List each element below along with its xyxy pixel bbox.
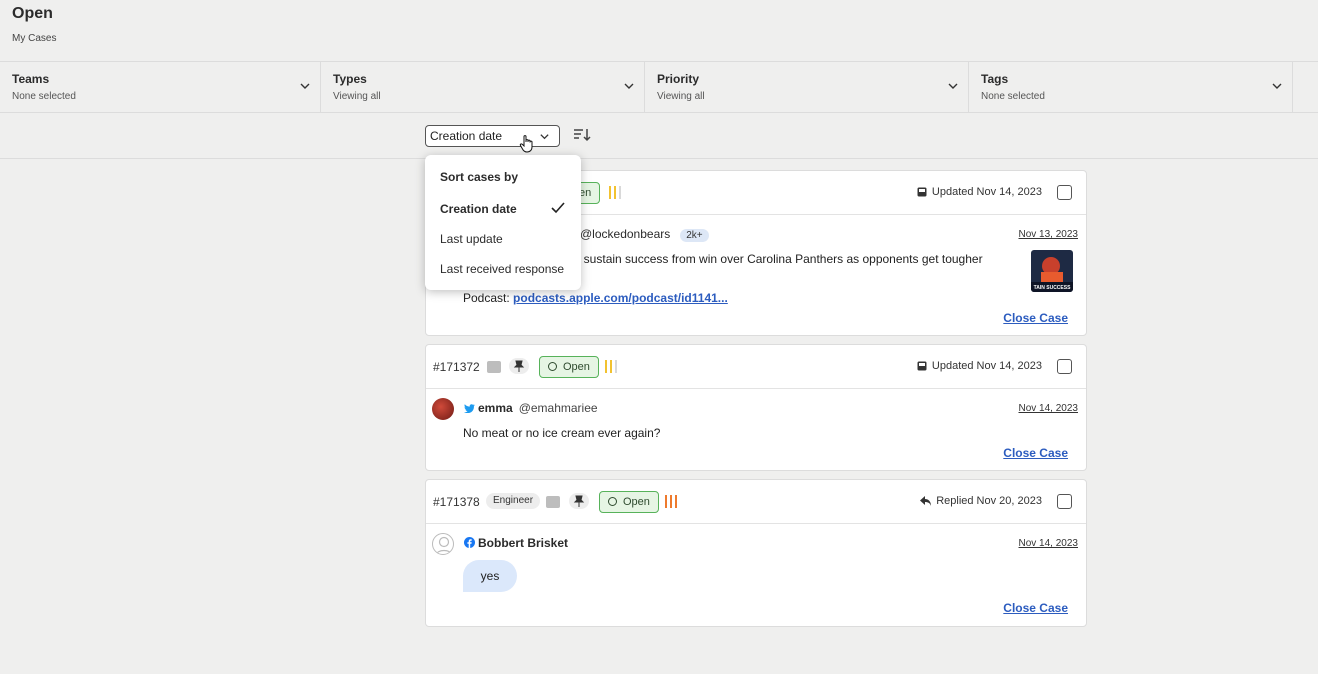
case-select-checkbox[interactable] bbox=[1057, 359, 1072, 374]
chevron-down-icon bbox=[948, 83, 958, 89]
author-handle: @emahmariee bbox=[518, 401, 598, 415]
filter-types[interactable]: Types Viewing all bbox=[321, 62, 645, 112]
message-date[interactable]: Nov 13, 2023 bbox=[1019, 229, 1079, 240]
filter-value: Viewing all bbox=[333, 91, 381, 102]
pin-icon[interactable] bbox=[569, 493, 589, 509]
chat-icon bbox=[487, 361, 501, 373]
page-subtitle: My Cases bbox=[12, 33, 57, 44]
author-name: Bobbert Brisket bbox=[478, 536, 569, 550]
priority-indicator bbox=[665, 495, 681, 508]
close-case-button[interactable]: Close Case bbox=[1003, 311, 1068, 325]
close-case-button[interactable]: Close Case bbox=[1003, 446, 1068, 460]
sort-bar: Creation date bbox=[0, 113, 1318, 159]
message-bubble: yes bbox=[463, 560, 517, 592]
sort-option-last-received-response[interactable]: Last received response bbox=[440, 262, 570, 276]
author-handle: @lockedonbears bbox=[580, 227, 671, 241]
chat-icon bbox=[546, 496, 560, 508]
filter-value: Viewing all bbox=[657, 91, 705, 102]
inbox-icon bbox=[917, 361, 927, 371]
chevron-down-icon bbox=[624, 83, 634, 89]
message-text: No meat or no ice cream ever again? bbox=[463, 426, 661, 440]
filter-value: None selected bbox=[981, 91, 1045, 102]
page-title: Open bbox=[12, 5, 53, 22]
message-date[interactable]: Nov 14, 2023 bbox=[1019, 403, 1079, 414]
updated-timestamp: Replied Nov 20, 2023 bbox=[920, 495, 1042, 507]
case-id[interactable]: #171378 bbox=[433, 495, 480, 509]
filter-tags[interactable]: Tags None selected bbox=[969, 62, 1293, 112]
status-badge: Open bbox=[539, 356, 599, 378]
chevron-down-icon bbox=[1272, 83, 1282, 89]
message-text: an sustain success from win over Carolin… bbox=[567, 252, 983, 266]
team-tag: Engineer bbox=[486, 493, 541, 509]
author: emma @emahmariee bbox=[464, 401, 598, 415]
filter-label: Types bbox=[333, 72, 367, 86]
sort-order-icon[interactable] bbox=[573, 127, 591, 143]
filter-priority[interactable]: Priority Viewing all bbox=[645, 62, 969, 112]
sort-menu-title: Sort cases by bbox=[440, 170, 519, 184]
facebook-icon bbox=[464, 537, 475, 548]
pin-icon[interactable] bbox=[509, 358, 529, 374]
podcast-label: Podcast: bbox=[463, 291, 510, 305]
reply-icon bbox=[920, 496, 932, 506]
sort-select-value: Creation date bbox=[430, 129, 503, 143]
attachment-thumbnail[interactable]: TAIN SUCCESS bbox=[1031, 250, 1073, 292]
case-card-header: #171372 Open Updated Nov 14, 2023 bbox=[426, 345, 1086, 389]
case-select-checkbox[interactable] bbox=[1057, 185, 1072, 200]
priority-indicator bbox=[605, 360, 621, 373]
inbox-icon bbox=[917, 187, 927, 197]
chevron-down-icon bbox=[300, 83, 310, 89]
filter-teams[interactable]: Teams None selected bbox=[0, 62, 321, 112]
filter-value: None selected bbox=[12, 91, 76, 102]
case-id[interactable]: #171372 bbox=[433, 360, 480, 374]
updated-timestamp: Updated Nov 14, 2023 bbox=[917, 186, 1042, 198]
status-badge: Open bbox=[599, 491, 659, 513]
avatar bbox=[432, 398, 454, 420]
sort-option-last-update[interactable]: Last update bbox=[440, 232, 570, 246]
followers-badge: 2k+ bbox=[680, 229, 709, 242]
close-case-button[interactable]: Close Case bbox=[1003, 601, 1068, 615]
author: @lockedonbears 2k+ bbox=[580, 227, 709, 242]
author: Bobbert Brisket bbox=[464, 536, 568, 550]
case-select-checkbox[interactable] bbox=[1057, 494, 1072, 509]
twitter-icon bbox=[464, 404, 475, 414]
filter-label: Tags bbox=[981, 72, 1009, 86]
filter-bar: Teams None selected Types Viewing all Pr… bbox=[0, 61, 1318, 113]
page-header: Open My Cases bbox=[12, 4, 56, 44]
sort-select[interactable]: Creation date bbox=[425, 125, 560, 147]
priority-indicator bbox=[609, 186, 625, 199]
message-date[interactable]: Nov 14, 2023 bbox=[1019, 538, 1079, 549]
avatar bbox=[432, 533, 454, 555]
updated-timestamp: Updated Nov 14, 2023 bbox=[917, 360, 1042, 372]
author-name: emma bbox=[478, 401, 513, 415]
chevron-down-icon bbox=[540, 134, 549, 140]
case-card[interactable]: #171372 Open Updated Nov 14, 2023 emma @e… bbox=[425, 344, 1087, 471]
hand-cursor-icon bbox=[519, 135, 533, 153]
case-card-header: #171378 Engineer Open Replied Nov 20, 20… bbox=[426, 480, 1086, 524]
case-card[interactable]: #171378 Engineer Open Replied Nov 20, 20… bbox=[425, 479, 1087, 627]
sort-dropdown-menu: Sort cases by Creation date Last update … bbox=[425, 155, 581, 290]
filter-label: Teams bbox=[12, 72, 50, 86]
filter-label: Priority bbox=[657, 72, 700, 86]
check-icon bbox=[551, 202, 565, 214]
thumbnail-caption: TAIN SUCCESS bbox=[1033, 285, 1071, 291]
podcast-link[interactable]: podcasts.apple.com/podcast/id1141... bbox=[513, 291, 728, 305]
podcast-line: Podcast: podcasts.apple.com/podcast/id11… bbox=[463, 291, 728, 305]
